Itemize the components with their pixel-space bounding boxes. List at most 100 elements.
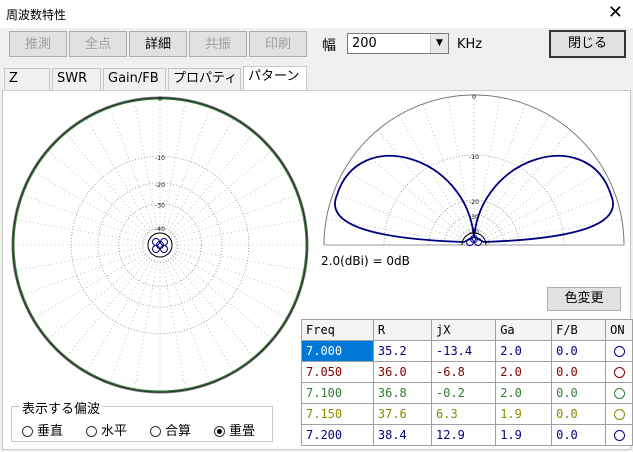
radial-line [163,105,211,234]
outer-arc [323,94,625,246]
radial-line [85,116,155,235]
header-fb: F/B [551,319,607,341]
radial-line [377,129,467,237]
radial-line [168,149,274,238]
radio-circle-icon[interactable] [86,426,97,437]
toggle-circle-icon[interactable] [613,409,625,420]
radio-circle-icon[interactable] [22,426,33,437]
radial-line [46,149,152,238]
radial-line [171,219,306,244]
radial-line [358,148,466,238]
radial-line [170,250,289,320]
toggle-circle-icon[interactable] [613,388,625,399]
on-cell[interactable] [605,340,633,362]
radial-line [398,114,469,235]
jx-cell: 12.9 [430,424,497,446]
ring-label: 0 [158,96,162,103]
radial-line [20,194,149,242]
on-cell[interactable] [605,403,633,425]
vertical-pattern: 0 -10 -20 -30 -40 [323,94,625,246]
ga-cell: 2.0 [495,361,553,383]
jx-cell: -0.2 [430,382,497,404]
freq-cell[interactable]: 7.000 [301,340,374,362]
table-row[interactable]: 7.200 38.4 12.9 1.9 0.0 [301,424,633,446]
pattern-trace [13,98,307,392]
scale-text: 2.0(dBi) = 0dB [321,254,410,268]
center-lobe [160,245,168,253]
fb-cell: 0.0 [551,361,607,383]
radio-sum[interactable]: 合算 [150,420,191,439]
radial-line [479,114,550,235]
radial-line [168,252,274,341]
freq-cell[interactable]: 7.050 [301,361,374,383]
ring-label: 0 [472,94,476,101]
radial-line [64,131,153,237]
toggle-circle-icon[interactable] [613,346,625,357]
radial-line [20,248,149,296]
radio-circle-icon[interactable] [150,426,161,437]
radial-line [31,250,150,320]
radial-line [46,252,152,341]
radial-line [14,246,149,271]
fb-cell: 0.0 [551,403,607,425]
table-row[interactable]: 7.100 36.8 -0.2 2.0 0.0 [301,382,633,404]
table-row[interactable]: 7.150 37.6 6.3 1.9 0.0 [301,403,633,425]
radial-line [14,219,149,244]
radio-checked-icon[interactable] [214,426,225,437]
radio-vertical[interactable]: 垂直 [22,420,63,439]
radial-line [482,148,590,238]
radial-line [134,99,159,234]
radial-line [161,256,186,391]
radio-horizontal[interactable]: 水平 [86,420,127,439]
radial-line [165,116,235,235]
r-cell: 35.2 [372,340,433,362]
ring-label: -40 [155,226,165,233]
on-cell[interactable] [605,361,633,383]
fb-cell: 0.0 [551,382,607,404]
ring-label: -30 [469,214,479,221]
fb-cell: 0.0 [551,340,607,362]
results-table: Freq R jX Ga F/B ON 7.000 35.2 -13.4 2.0 0.0… [301,319,633,446]
freq-cell[interactable]: 7.150 [301,403,374,425]
table-row[interactable]: 7.050 36.0 -6.8 2.0 0.0 [301,361,633,383]
center-lobe [152,245,160,253]
toggle-circle-icon[interactable] [613,367,625,378]
grid-ring [118,203,202,287]
radio-label: 垂直 [37,424,64,439]
header-freq: Freq [301,319,374,341]
grid-ring [97,182,223,308]
radial-line [163,256,211,385]
header-ga: Ga [495,319,553,341]
radial-line [165,255,235,374]
on-cell[interactable] [605,382,633,404]
radial-line [171,248,300,296]
ring-label: -10 [155,155,165,162]
r-cell: 38.4 [372,424,433,446]
freq-cell[interactable]: 7.200 [301,424,374,446]
jx-cell: -13.4 [430,340,497,362]
header-r: R [372,319,433,341]
radial-line [64,253,153,359]
radial-line [167,253,256,359]
freq-cell[interactable]: 7.100 [301,382,374,404]
r-cell: 37.6 [372,403,433,425]
radial-line [170,170,289,240]
ga-cell: 1.9 [495,403,553,425]
radio-label: 水平 [101,424,128,439]
radial-line [31,170,150,240]
r-cell: 36.8 [372,382,433,404]
radio-overlay[interactable]: 重畳 [214,420,255,439]
on-cell[interactable] [605,424,633,446]
radial-line [85,255,155,374]
radial-line [134,256,159,391]
radial-line [171,194,300,242]
ring-label: -20 [469,199,479,206]
toggle-circle-icon[interactable] [613,430,625,441]
ring-label: -20 [155,182,165,189]
table-row[interactable]: 7.000 35.2 -13.4 2.0 0.0 [301,340,633,362]
radial-line [171,246,306,271]
polarization-title: 表示する偏波 [20,398,103,417]
table-header-row: Freq R jX Ga F/B ON [301,319,633,341]
inner-ring [147,232,173,258]
change-color-button[interactable]: 色変更 [547,287,621,311]
